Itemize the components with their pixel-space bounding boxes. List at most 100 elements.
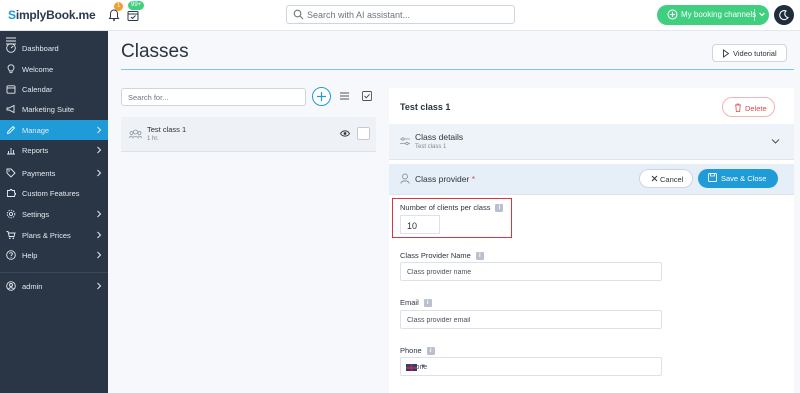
theme-toggle-button[interactable]: [774, 5, 794, 25]
sidebar-item-label: Plans & Prices: [22, 231, 71, 240]
app-logo[interactable]: SimplyBook.me: [8, 8, 96, 22]
sidebar-item-payments[interactable]: Payments: [0, 163, 108, 183]
list-view-icon[interactable]: [340, 92, 349, 100]
chevron-right-icon: [97, 169, 102, 177]
chart-icon: [7, 148, 15, 155]
close-icon: [651, 175, 658, 182]
sidebar-item-admin[interactable]: admin: [0, 276, 108, 296]
select-all-icon[interactable]: [362, 91, 372, 101]
chevron-right-icon: [97, 210, 102, 218]
plus-icon: [317, 92, 326, 101]
clients-per-class-input[interactable]: 10: [400, 215, 440, 234]
class-provider-section: Class provider * Cancel Save & Close: [389, 164, 794, 195]
chevron-down-icon[interactable]: [771, 138, 780, 145]
trash-icon: [735, 103, 741, 112]
sidebar-item-label: Reports: [22, 146, 49, 155]
user-circle-icon: [6, 281, 16, 291]
ai-search-box[interactable]: [286, 5, 515, 24]
title-underline: [121, 69, 794, 70]
sidebar-item-reports[interactable]: Reports: [0, 140, 108, 160]
booking-channels-button[interactable]: My booking channels: [657, 5, 769, 25]
detail-title: Test class 1: [400, 102, 451, 112]
top-bar: SimplyBook.me 1 99+ My booking channels: [0, 0, 800, 31]
sliders-icon: [400, 137, 410, 146]
delete-label: Delete: [745, 104, 767, 113]
calendar-badge: 99+: [128, 1, 145, 10]
add-class-button[interactable]: [312, 87, 331, 106]
info-icon[interactable]: i: [495, 204, 504, 213]
info-icon[interactable]: i: [426, 347, 435, 356]
email-field[interactable]: [400, 310, 662, 329]
sidebar-item-custom-features[interactable]: Custom Features: [0, 183, 108, 203]
chevron-right-icon: [97, 251, 102, 259]
gear-icon: [6, 209, 16, 219]
provider-name-field[interactable]: [400, 262, 662, 281]
class-search-input[interactable]: [128, 91, 298, 104]
question-icon: [6, 250, 16, 260]
sidebar-item-calendar[interactable]: Calendar: [0, 79, 108, 99]
list-item[interactable]: Test class 1 1 hr.: [121, 117, 376, 152]
phone-input[interactable]: [407, 361, 652, 373]
save-icon: [708, 173, 717, 182]
chevron-right-icon: [97, 231, 102, 239]
pencil-icon: [6, 125, 16, 135]
megaphone-icon: [6, 104, 15, 114]
save-close-button[interactable]: Save & Close: [698, 169, 778, 188]
chevron-down-icon[interactable]: [758, 9, 766, 20]
save-close-label: Save & Close: [721, 174, 767, 183]
sidebar-item-marketing-suite[interactable]: Marketing Suite: [0, 99, 108, 119]
sidebar-item-settings[interactable]: Settings: [0, 204, 108, 224]
puzzle-icon: [7, 188, 16, 197]
class-search-box[interactable]: [121, 88, 306, 106]
page-title: Classes: [121, 41, 189, 62]
class-checkbox[interactable]: [357, 127, 370, 140]
tag-icon: [6, 168, 16, 178]
email-input[interactable]: [407, 314, 652, 326]
provider-name-label: Class Provider Name i: [400, 251, 484, 261]
calendar-check-icon[interactable]: [127, 9, 141, 23]
chevron-right-icon: [97, 146, 102, 154]
cancel-button[interactable]: Cancel: [639, 169, 693, 188]
chevron-right-icon: [97, 282, 102, 290]
sidebar-item-plans-prices[interactable]: Plans & Prices: [0, 225, 108, 245]
sidebar-item-welcome[interactable]: Welcome: [0, 59, 108, 79]
class-name: Test class 1: [147, 125, 187, 134]
moon-icon: [779, 10, 789, 21]
cancel-label: Cancel: [660, 175, 684, 184]
bell-icon[interactable]: [108, 9, 122, 23]
ai-search-input[interactable]: [307, 8, 507, 21]
class-details-section[interactable]: Class details Test class 1: [389, 124, 794, 160]
provider-name-input[interactable]: [407, 266, 652, 278]
sidebar-item-label: Custom Features: [22, 189, 80, 198]
sidebar-item-help[interactable]: Help: [0, 245, 108, 265]
user-icon: [400, 173, 410, 184]
sidebar-item-label: Marketing Suite: [22, 105, 75, 114]
phone-label: Phone i: [400, 346, 435, 356]
info-icon[interactable]: i: [475, 252, 484, 261]
email-label: Email i: [400, 298, 432, 308]
chevron-right-icon: [97, 126, 102, 134]
class-details-title: Class details: [415, 132, 464, 142]
sidebar-item-dashboard[interactable]: Dashboard: [0, 38, 108, 58]
video-tutorial-button[interactable]: Video tutorial: [712, 44, 787, 62]
delete-button[interactable]: Delete: [722, 97, 775, 117]
eye-icon[interactable]: [340, 130, 350, 137]
class-details-subtitle: Test class 1: [415, 144, 447, 150]
sidebar-item-manage[interactable]: Manage: [0, 120, 108, 140]
sidebar-item-label: Help: [22, 251, 38, 260]
sidebar-item-label: Dashboard: [22, 44, 59, 53]
sidebar-item-label: Settings: [22, 210, 50, 219]
bulb-icon: [7, 64, 15, 74]
group-icon: [129, 129, 142, 139]
search-icon: [293, 9, 304, 20]
phone-field[interactable]: ▼: [400, 357, 662, 376]
calendar-icon: [6, 85, 16, 94]
info-icon[interactable]: i: [423, 299, 432, 308]
class-provider-title: Class provider *: [415, 174, 476, 184]
button-separator: [754, 9, 755, 21]
class-detail-panel: Test class 1 Delete Class details Test c…: [389, 88, 794, 393]
cart-icon: [6, 231, 16, 240]
class-duration: 1 hr.: [147, 136, 159, 142]
sidebar-item-label: Welcome: [22, 65, 54, 74]
speedometer-icon: [6, 43, 16, 53]
